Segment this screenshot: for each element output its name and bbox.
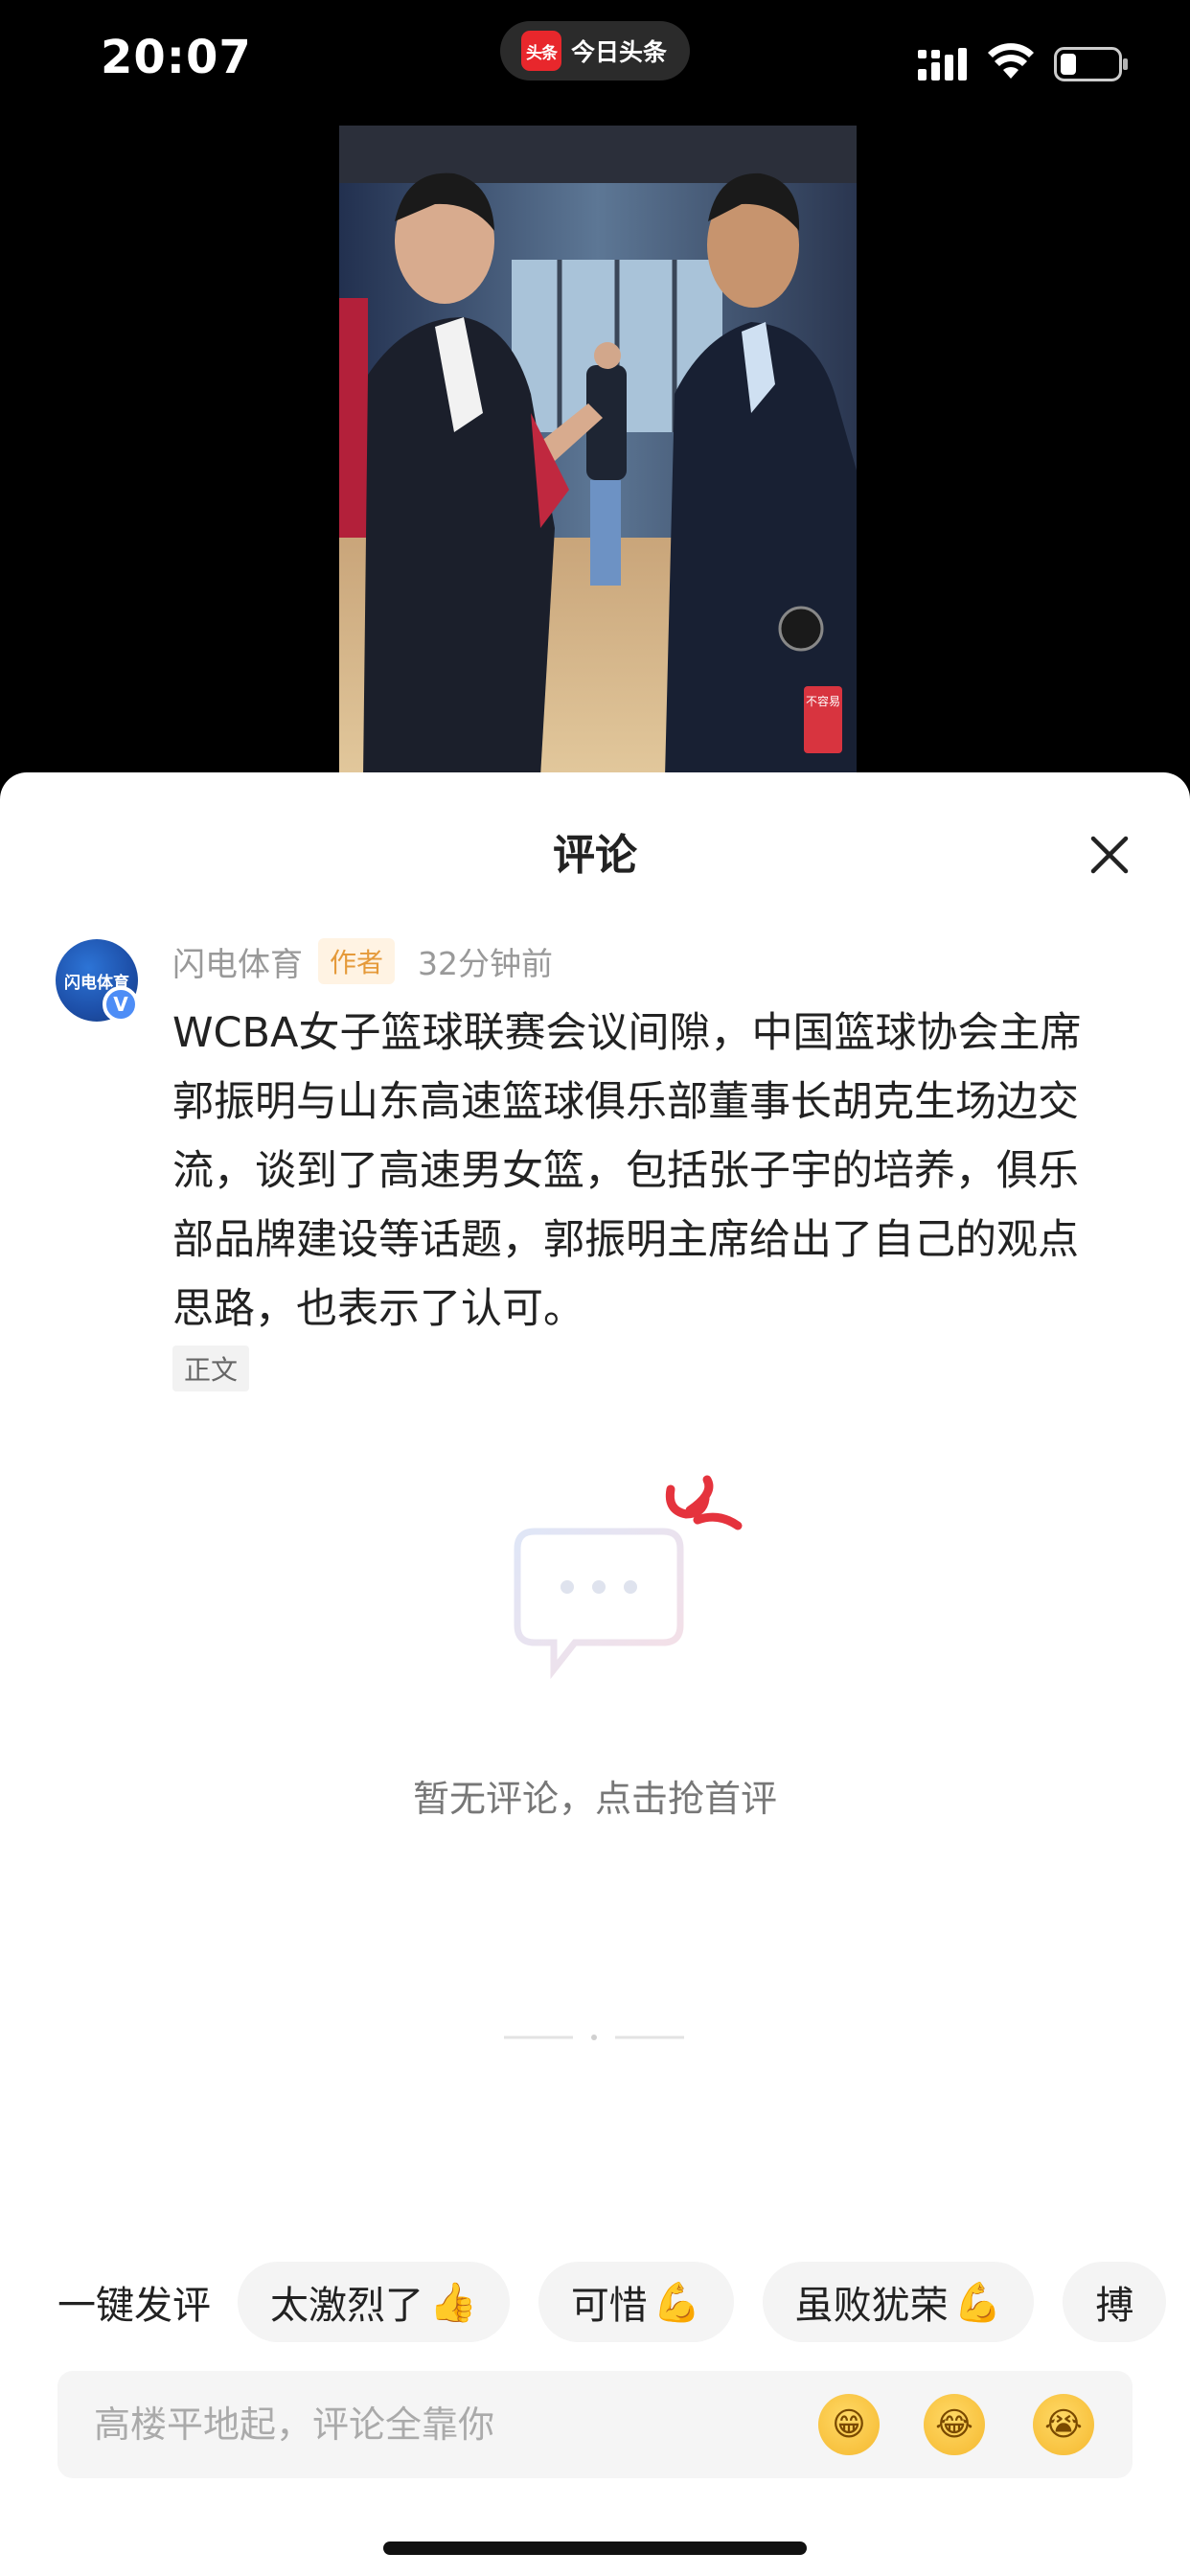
wifi-icon: [988, 43, 1034, 79]
thumbs-up-icon: 👍: [429, 2280, 477, 2325]
close-icon: [1090, 836, 1129, 874]
loading-indicator: [504, 2035, 684, 2040]
body-tag: 正文: [172, 1346, 250, 1392]
app-logo-icon: 头条: [521, 31, 561, 71]
home-indicator[interactable]: [383, 2542, 807, 2555]
flexed-biceps-icon: 💪: [953, 2280, 1002, 2325]
quick-comment-chip[interactable]: 太激烈了 👍: [238, 2262, 510, 2342]
comment-sheet: 评论 闪电体育 V 闪电体育 作者 32分钟前 WCBA女子篮球联赛会议间隙，中…: [0, 772, 1190, 2576]
comment-input[interactable]: 高楼平地起，评论全靠你 😁 😂 😭: [57, 2371, 1133, 2478]
video-player[interactable]: 不容易: [339, 126, 857, 777]
quick-comment-chip[interactable]: 可惜 💪: [538, 2262, 734, 2342]
author-row: 闪电体育 作者 32分钟前: [172, 937, 553, 985]
status-time: 20:07: [101, 31, 252, 84]
author-name[interactable]: 闪电体育: [172, 938, 303, 985]
chat-bubble-empty-icon: [514, 1475, 743, 1680]
comment-input-placeholder: 高楼平地起，评论全靠你: [94, 2404, 495, 2446]
verified-badge-icon: V: [103, 986, 139, 1023]
tears-of-joy-emoji-icon[interactable]: 😂: [924, 2394, 985, 2455]
crying-emoji-icon[interactable]: 😭: [1033, 2394, 1094, 2455]
quick-comment-row: 一键发评 太激烈了 👍 可惜 💪 虽败犹荣 💪 搏: [0, 2262, 1190, 2342]
quick-comment-chip[interactable]: 搏: [1063, 2262, 1167, 2342]
video-badge-text: 不容易: [806, 694, 840, 708]
close-button[interactable]: [1083, 828, 1136, 882]
quick-comment-label: 一键发评: [57, 2284, 211, 2328]
cellular-signal-icon: [918, 48, 967, 80]
post-body[interactable]: WCBA女子篮球联赛会议间隙，中国篮球协会主席郭振明与山东高速篮球俱乐部董事长胡…: [172, 999, 1102, 1344]
post-time: 32分钟前: [418, 945, 554, 982]
quick-comment-chip[interactable]: 虽败犹荣 💪: [762, 2262, 1035, 2342]
empty-state-text[interactable]: 暂无评论，点击抢首评: [0, 1769, 1190, 1822]
author-avatar[interactable]: 闪电体育 V: [56, 939, 139, 1023]
app-indicator-pill[interactable]: 头条 今日头条: [500, 21, 690, 80]
sheet-title: 评论: [553, 831, 637, 880]
author-tag: 作者: [318, 938, 396, 984]
status-bar: 20:07 头条 今日头条: [0, 0, 1190, 125]
flexed-biceps-icon: 💪: [652, 2280, 701, 2325]
app-name: 今日头条: [571, 38, 668, 66]
grinning-emoji-icon[interactable]: 😁: [818, 2394, 880, 2455]
battery-icon: [1054, 47, 1128, 81]
